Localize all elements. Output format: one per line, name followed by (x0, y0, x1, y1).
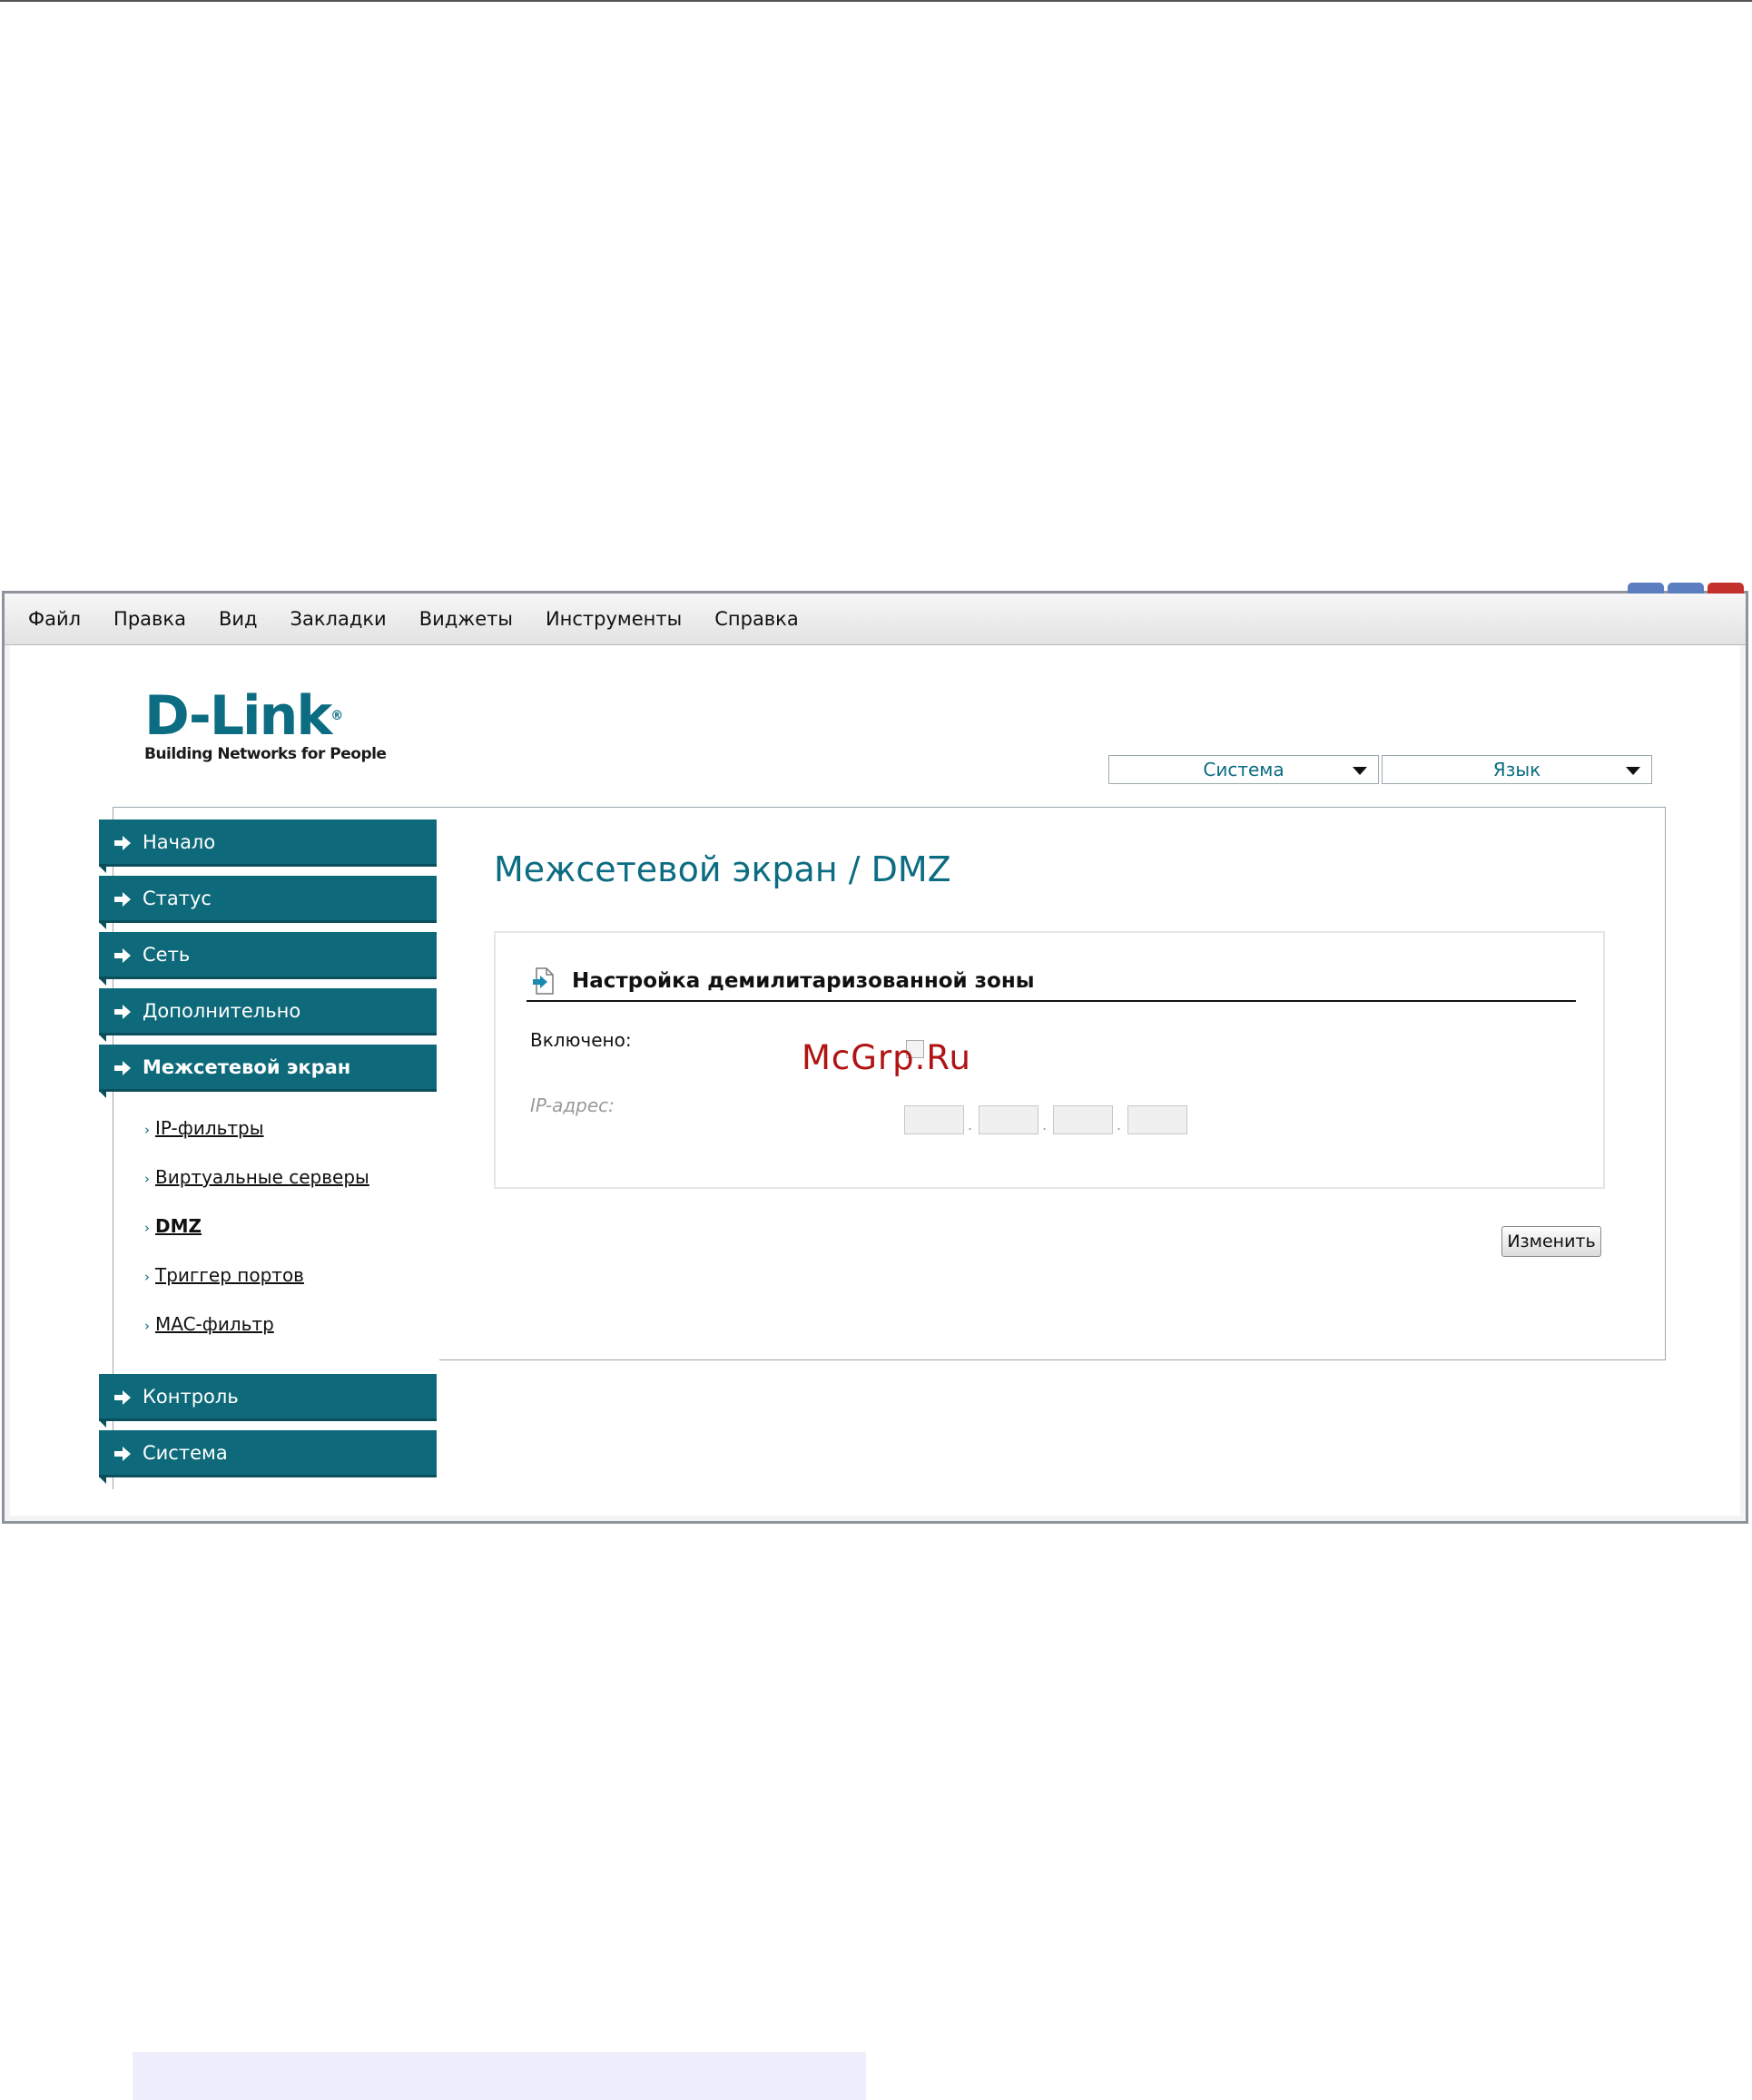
chevron-right-icon: › (144, 1220, 150, 1236)
enabled-label: Включено: (530, 1029, 632, 1051)
language-select-label: Язык (1492, 759, 1541, 780)
sidebar-item-label: Начало (143, 830, 216, 853)
page-title: Межсетевой экран / DMZ (494, 849, 951, 889)
sidebar-item-network[interactable]: Сеть (99, 932, 437, 986)
section-title: Настройка демилитаризованной зоны (572, 969, 1035, 993)
chevron-down-icon (1353, 767, 1367, 775)
sidebar-border-top (113, 807, 439, 808)
ip-octet-4-input[interactable] (1127, 1105, 1187, 1134)
sidebar-item-system[interactable]: Система (99, 1430, 437, 1484)
menu-bar: Файл Правка Вид Закладки Виджеты Инструм… (5, 594, 1746, 645)
ip-octet-3-input[interactable] (1053, 1105, 1113, 1134)
system-select-label: Система (1203, 759, 1284, 780)
change-button[interactable]: Изменить (1501, 1226, 1601, 1257)
content-panel: Межсетевой экран / DMZ Настройка демилит… (439, 807, 1666, 1360)
subitem-link[interactable]: Триггер портов (155, 1264, 304, 1286)
sidebar-item-label: Система (143, 1441, 228, 1464)
menu-view[interactable]: Вид (219, 608, 258, 630)
language-select[interactable]: Язык (1382, 755, 1652, 784)
subitem-virtual-servers: › Виртуальные серверы (144, 1166, 369, 1188)
watermark: McGrp.Ru (802, 1038, 971, 1077)
subitem-mac-filter: › MAC-фильтр (144, 1313, 274, 1335)
arrow-right-icon (114, 1390, 131, 1405)
chevron-right-icon: › (144, 1269, 150, 1285)
top-rule (0, 0, 1752, 2)
menu-widgets[interactable]: Виджеты (419, 608, 513, 630)
maximize-icon[interactable] (1668, 583, 1704, 594)
sidebar-item-label: Дополнительно (143, 999, 301, 1022)
ip-separator: . (1117, 1116, 1122, 1133)
section-header: Настройка демилитаризованной зоны (527, 966, 1576, 1002)
menu-edit[interactable]: Правка (113, 608, 186, 630)
ip-address-label: IP-адрес: (530, 1094, 615, 1116)
menu-tools[interactable]: Инструменты (546, 608, 682, 630)
sidebar-item-label: Межсетевой экран (143, 1055, 351, 1078)
arrow-right-icon (114, 892, 131, 907)
subitem-link[interactable]: DMZ (155, 1215, 202, 1237)
page-viewport: D-Link® Building Networks for People Сис… (10, 645, 1740, 1516)
arrow-right-icon (114, 1447, 131, 1461)
bottom-band (133, 2052, 866, 2100)
logo-tagline: Building Networks for People (144, 745, 387, 763)
sidebar-item-control[interactable]: Контроль (99, 1374, 437, 1428)
sidebar-item-label: Сеть (143, 943, 191, 966)
arrow-right-icon (114, 1061, 131, 1075)
sidebar: Начало Статус Сеть Дополнительно Межсете (99, 807, 439, 1489)
ip-octet-1-input[interactable] (904, 1105, 964, 1134)
close-icon[interactable] (1708, 583, 1744, 594)
sidebar-item-advanced[interactable]: Дополнительно (99, 988, 437, 1042)
chevron-right-icon: › (144, 1122, 150, 1138)
ip-separator: . (1042, 1116, 1048, 1133)
subitem-ip-filters: › IP-фильтры (144, 1117, 264, 1139)
chevron-down-icon (1626, 767, 1640, 775)
logo-brand: D-Link® (144, 684, 343, 748)
document-arrow-icon (533, 967, 554, 995)
minimize-icon[interactable] (1628, 583, 1664, 594)
arrow-right-icon (114, 836, 131, 850)
sidebar-item-status[interactable]: Статус (99, 876, 437, 929)
menu-help[interactable]: Справка (714, 608, 799, 630)
subitem-port-trigger: › Триггер портов (144, 1264, 304, 1286)
ip-octet-2-input[interactable] (979, 1105, 1038, 1134)
window-controls (1628, 583, 1744, 594)
sidebar-item-label: Контроль (143, 1385, 239, 1408)
subitem-dmz: › DMZ (144, 1215, 202, 1237)
dmz-settings-group: Настройка демилитаризованной зоны Включе… (494, 931, 1605, 1189)
sidebar-item-start[interactable]: Начало (99, 819, 437, 873)
dlink-logo: D-Link® Building Networks for People (144, 684, 387, 763)
sidebar-item-label: Статус (143, 887, 212, 909)
sidebar-item-firewall[interactable]: Межсетевой экран (99, 1045, 437, 1098)
subitem-link[interactable]: MAC-фильтр (155, 1313, 274, 1335)
chevron-right-icon: › (144, 1171, 150, 1187)
browser-window: Файл Правка Вид Закладки Виджеты Инструм… (2, 583, 1748, 1524)
ip-separator: . (968, 1116, 973, 1133)
arrow-right-icon (114, 948, 131, 963)
menu-file[interactable]: Файл (28, 608, 81, 630)
subitem-link[interactable]: Виртуальные серверы (155, 1166, 369, 1188)
subitem-link[interactable]: IP-фильтры (155, 1117, 264, 1139)
system-select[interactable]: Система (1108, 755, 1379, 784)
menu-bookmarks[interactable]: Закладки (290, 608, 387, 630)
arrow-right-icon (114, 1005, 131, 1019)
chevron-right-icon: › (144, 1318, 150, 1334)
